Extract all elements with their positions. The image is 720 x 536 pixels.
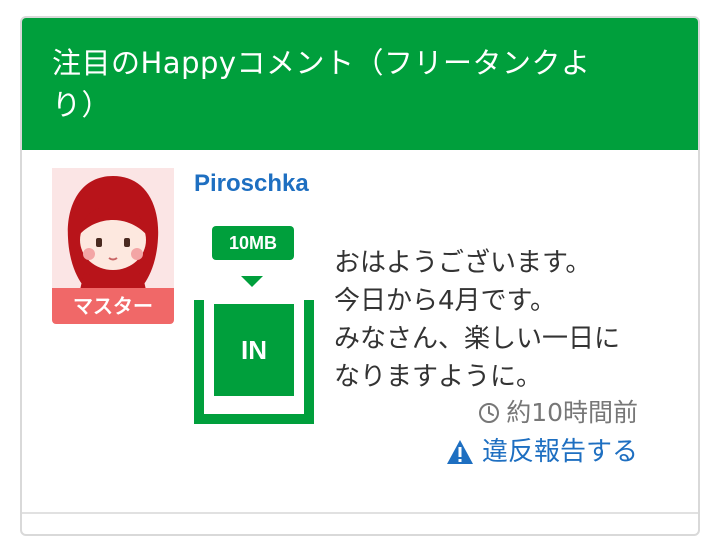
warning-icon (446, 440, 473, 464)
clock-icon (479, 403, 500, 423)
card-header: 注目のHappyコメント（フリータンクよ り） (22, 18, 698, 150)
hooded-girl-avatar-icon (67, 176, 159, 290)
featured-comment-card: 注目のHappyコメント（フリータンクよ り） マスター Piroschka 1… (20, 16, 700, 536)
tank-graphic: IN (194, 300, 314, 424)
tank-size-arrow (241, 276, 263, 287)
user-avatar[interactable]: マスター (52, 168, 174, 326)
comment-line: おはようございます。 (334, 248, 592, 278)
tank-status: IN (214, 304, 294, 396)
comment-line: 今日から4月です。 (334, 286, 556, 316)
card-title: 注目のHappyコメント（フリータンクよ り） (52, 42, 672, 126)
post-timestamp: 約10時間前 (478, 396, 638, 430)
comment-text: おはようございます。 今日から4月です。 みなさん、楽しい一日に なりますように… (334, 244, 674, 396)
timestamp-text: 約10時間前 (506, 398, 638, 427)
tank-size-badge: 10MB (212, 226, 294, 260)
role-badge: マスター (52, 288, 174, 324)
card-title-line2: り） (52, 88, 112, 122)
comment-line: なりますように。 (334, 362, 543, 392)
comment-line: みなさん、楽しい一日に (334, 324, 621, 354)
report-link[interactable]: 違反報告する (446, 434, 638, 470)
username-link[interactable]: Piroschka (194, 170, 309, 198)
report-link-label: 違反報告する (481, 437, 638, 467)
card-title-line1: 注目のHappyコメント（フリータンクよ (52, 46, 591, 80)
card-divider (22, 512, 698, 514)
